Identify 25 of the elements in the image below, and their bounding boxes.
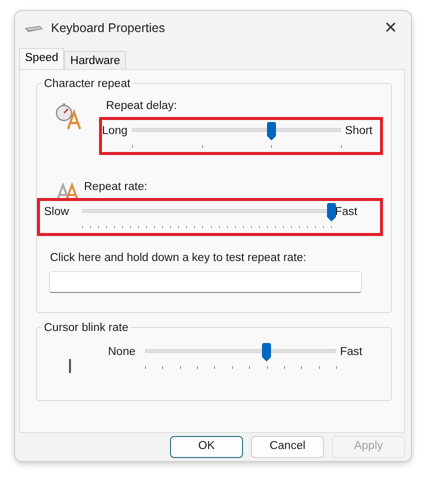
slider-track[interactable] (132, 128, 341, 132)
close-button[interactable]: ✕ (378, 20, 403, 36)
slider-thumb[interactable] (261, 342, 272, 362)
slider-max-label: Short (345, 124, 374, 140)
slider-min-label: Slow (44, 204, 70, 220)
tab[interactable]: Speed (19, 48, 64, 69)
slider-min-label: None (108, 344, 136, 360)
slider-thumb[interactable] (266, 122, 278, 142)
field-label: Click here and hold down a key to test repeat rate: (50, 250, 308, 266)
window-title: Keyboard Properties (51, 20, 166, 38)
dialog-button[interactable]: OK (170, 436, 243, 458)
test-input-field[interactable] (49, 270, 362, 293)
cursor-icon (69, 358, 71, 373)
letters-icon (56, 181, 80, 204)
keyboard-icon (25, 24, 43, 32)
slider-min-label: Long (102, 124, 129, 140)
dialog-button[interactable]: Cancel (251, 436, 324, 458)
stopwatch-letter-icon (55, 103, 82, 130)
slider-track[interactable] (145, 348, 336, 353)
slider-max-label: Fast (335, 204, 358, 220)
slider-label: Repeat delay: (106, 99, 178, 114)
slider-thumb[interactable] (326, 202, 337, 222)
tab[interactable]: Hardware (64, 51, 126, 69)
slider-max-label: Fast (340, 344, 364, 360)
slider-label: Repeat rate: (84, 180, 148, 196)
